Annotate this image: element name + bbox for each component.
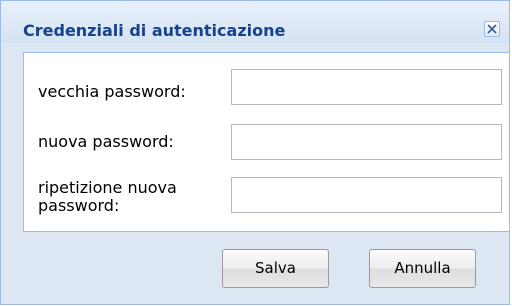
repeat-password-field[interactable]: [231, 177, 502, 213]
repeat-password-label: ripetizione nuova password:: [38, 178, 177, 215]
authentication-dialog: Credenziali di autenticazione vecchia pa…: [0, 0, 510, 305]
close-icon: [487, 24, 497, 34]
new-password-field[interactable]: [231, 124, 502, 160]
old-password-label: vecchia password:: [38, 82, 186, 101]
save-button[interactable]: Salva: [222, 249, 329, 288]
credentials-form: vecchia password: nuova password: ripeti…: [23, 52, 510, 232]
dialog-title: Credenziali di autenticazione: [23, 21, 286, 40]
close-button[interactable]: [484, 21, 500, 37]
dialog-titlebar: Credenziali di autenticazione: [1, 1, 509, 43]
new-password-label: nuova password:: [38, 132, 174, 151]
cancel-button[interactable]: Annulla: [369, 249, 476, 288]
old-password-field[interactable]: [231, 69, 502, 105]
